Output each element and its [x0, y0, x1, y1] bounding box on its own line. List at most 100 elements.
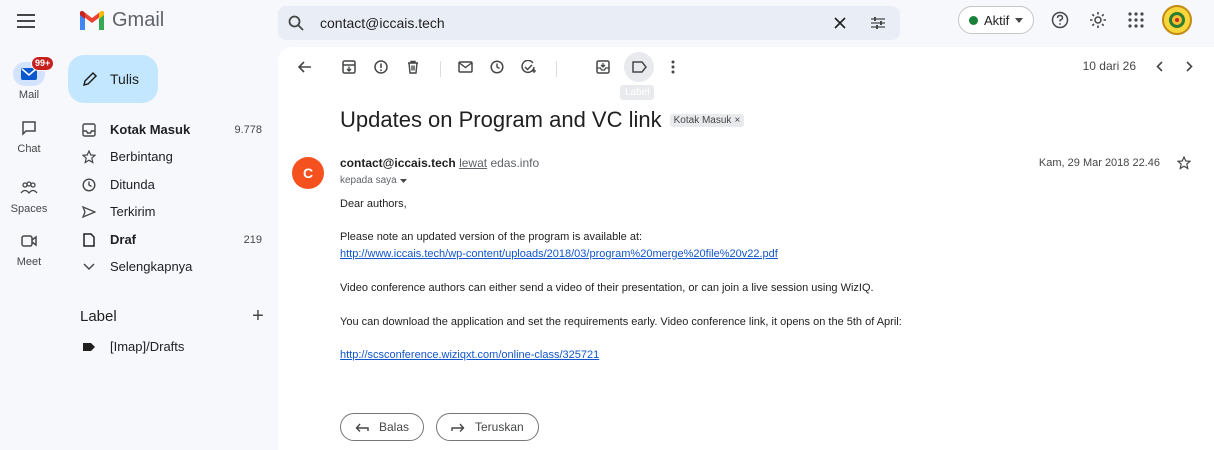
sidebar-item-label: Berbintang [110, 149, 173, 164]
account-avatar[interactable] [1162, 5, 1193, 35]
mail-icon: 99+ [13, 56, 55, 86]
inbox-icon [81, 122, 97, 138]
subject-row: Updates on Program and VC link Kotak Mas… [340, 107, 745, 133]
sender-avatar[interactable]: C [292, 157, 324, 189]
clear-search-button[interactable] [828, 11, 852, 35]
label-icon [81, 339, 97, 355]
more-vert-icon [671, 60, 675, 74]
main-menu-button[interactable] [9, 4, 43, 38]
more-options-button[interactable] [662, 56, 684, 78]
pencil-icon [82, 71, 98, 87]
gmail-logo[interactable]: Gmail [78, 9, 164, 32]
send-icon [81, 204, 97, 220]
dropdown-arrow-icon [399, 178, 407, 183]
message-panel: Label 10 dari 26 Updates on Program and … [278, 47, 1214, 450]
program-link[interactable]: http://www.iccais.tech/wp-content/upload… [340, 248, 778, 260]
label-outline-icon [631, 61, 647, 73]
chat-icon [13, 116, 45, 140]
via-link[interactable]: lewat [459, 156, 487, 170]
unread-badge: 99+ [31, 56, 55, 71]
status-dropdown[interactable]: Aktif [958, 6, 1035, 34]
newer-button[interactable] [1152, 60, 1166, 72]
sender-email[interactable]: contact@iccais.tech [340, 156, 456, 170]
conference-link[interactable]: http://scsconference.wiziqxt.com/online-… [340, 349, 599, 361]
via-domain: edas.info [490, 156, 540, 170]
email-body-line: Please note an updated version of the pr… [340, 231, 643, 243]
move-to-icon [596, 60, 610, 74]
delete-button[interactable] [402, 56, 424, 78]
older-button[interactable] [1182, 60, 1196, 72]
draft-icon [81, 232, 97, 248]
compose-button[interactable]: Tulis [68, 55, 158, 103]
reply-icon [355, 423, 369, 432]
forward-icon [451, 423, 465, 432]
email-greeting: Dear authors, [340, 198, 407, 210]
sidebar-item-label: Draf [110, 232, 137, 247]
arrow-back-icon [298, 61, 311, 73]
recipient-details-toggle[interactable]: kepada saya [340, 175, 407, 186]
help-icon [1052, 11, 1069, 29]
sidebar-item-snoozed[interactable]: Ditunda [68, 171, 268, 198]
chevron-left-icon [1155, 60, 1163, 72]
labels-header: Label + [80, 305, 270, 328]
search-options-button[interactable] [866, 11, 890, 35]
trash-icon [408, 60, 418, 74]
close-icon [834, 17, 846, 29]
email-subject: Updates on Program and VC link [340, 107, 662, 132]
label-tooltip: Label [620, 85, 655, 100]
top-right-controls: Aktif [958, 5, 1193, 35]
status-dot [969, 15, 978, 25]
inbox-label-chip[interactable]: Kotak Masuk × [669, 113, 745, 127]
rail-label-spaces: Spaces [10, 203, 48, 215]
settings-button[interactable] [1086, 8, 1110, 32]
search-bar [278, 6, 900, 40]
star-button[interactable] [1174, 153, 1194, 173]
status-label: Aktif [984, 12, 1010, 28]
sender-line: contact@iccais.tech lewat edas.info [340, 156, 539, 170]
mark-unread-button[interactable] [454, 56, 476, 78]
apps-button[interactable] [1124, 8, 1148, 32]
sidebar-item-count: 9.778 [234, 123, 262, 136]
forward-button[interactable]: Teruskan [436, 413, 539, 441]
rail-item-meet[interactable]: Meet [0, 229, 58, 268]
label-button[interactable] [628, 56, 650, 78]
dropdown-arrow-icon [1015, 17, 1024, 23]
help-button[interactable] [1048, 8, 1072, 32]
gmail-app: 99+ Mail Chat Spaces Meet Gmail Tulis Ko… [0, 0, 1214, 450]
clock-icon [81, 177, 97, 193]
back-button[interactable] [294, 56, 316, 78]
email-date: Kam, 29 Mar 2018 22.46 [1038, 157, 1160, 169]
task-add-icon [521, 60, 536, 74]
reply-button[interactable]: Balas [340, 413, 425, 441]
recipient-text: kepada saya [340, 175, 397, 186]
sidebar-item-sent[interactable]: Terkirim [68, 198, 268, 225]
sidebar-item-more[interactable]: Selengkapnya [68, 253, 268, 280]
rail-item-mail[interactable]: 99+ Mail [0, 56, 58, 101]
app-title: Gmail [112, 9, 165, 31]
sidebar-item-inbox[interactable]: Kotak Masuk 9.778 [68, 116, 268, 143]
forward-label: Teruskan [475, 420, 524, 434]
reply-label: Balas [379, 420, 410, 434]
sidebar-item-starred[interactable]: Berbintang [68, 143, 268, 170]
rail-label-meet: Meet [16, 256, 42, 268]
sidebar-label-imap-drafts[interactable]: [Imap]/Drafts [68, 333, 268, 360]
rail-item-chat[interactable]: Chat [0, 116, 58, 155]
sidebar-item-drafts[interactable]: Draf 219 [68, 226, 268, 253]
move-to-button[interactable] [592, 56, 614, 78]
search-icon[interactable] [288, 15, 304, 31]
add-label-button[interactable]: + [246, 305, 270, 328]
toolbar-divider [440, 61, 441, 77]
chevron-right-icon [1185, 60, 1193, 72]
chevron-down-icon [81, 259, 97, 275]
archive-icon [342, 60, 356, 74]
archive-button[interactable] [338, 56, 360, 78]
search-input[interactable] [320, 15, 828, 31]
snooze-button[interactable] [486, 56, 508, 78]
add-to-tasks-button[interactable] [518, 56, 540, 78]
remove-label-button[interactable]: × [734, 115, 740, 126]
compose-label: Tulis [110, 71, 140, 87]
rail-label-chat: Chat [17, 143, 41, 155]
report-spam-button[interactable] [370, 56, 392, 78]
rail-item-spaces[interactable]: Spaces [0, 176, 58, 215]
sidebar-item-label: Selengkapnya [110, 259, 193, 274]
